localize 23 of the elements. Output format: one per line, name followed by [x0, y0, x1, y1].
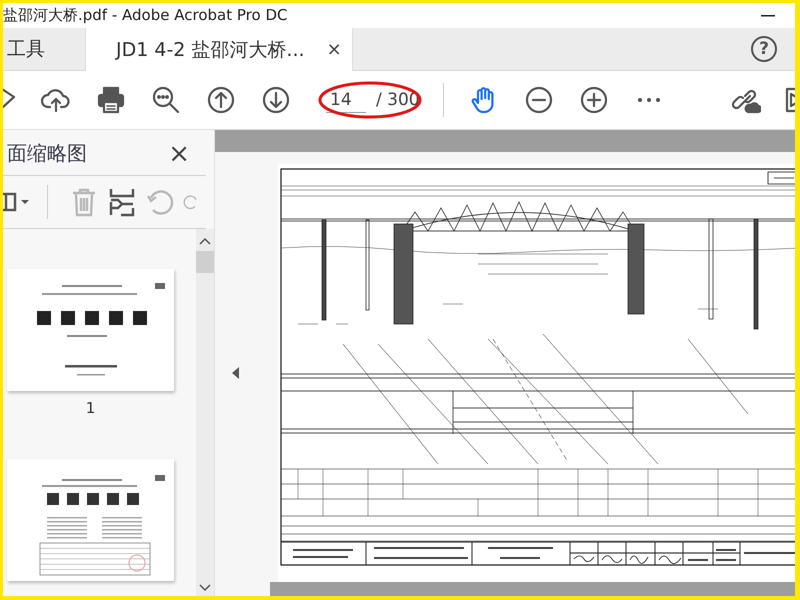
document-tab[interactable]: JD1 4-2 盐邵河大桥... × [85, 28, 353, 71]
scroll-thumb[interactable] [196, 251, 214, 273]
zoom-in-icon[interactable] [579, 85, 609, 115]
zoom-out-icon[interactable] [524, 85, 554, 115]
page-number-label: 1 [86, 399, 96, 417]
scroll-up-icon[interactable] [199, 237, 211, 245]
print-icon[interactable] [96, 85, 126, 115]
zoom-search-icon[interactable] [151, 85, 181, 115]
page-thumbnail[interactable] [7, 459, 174, 581]
document-tab[interactable]: 工具 [3, 28, 57, 70]
scrollbar[interactable] [196, 229, 214, 596]
close-panel-button[interactable]: × [168, 140, 190, 166]
minimize-icon[interactable] [761, 14, 775, 18]
scroll-down-icon[interactable] [199, 584, 211, 592]
next-page-icon[interactable] [261, 85, 291, 115]
page-number-field[interactable]: 14 [326, 88, 366, 112]
help-button[interactable]: ? [751, 36, 777, 62]
window-title: 盐邵河大桥.pdf - Adobe Acrobat Pro DC [3, 6, 288, 25]
page-thumbnail[interactable] [7, 269, 174, 391]
panel-title: 面缩略图 [7, 140, 87, 167]
prev-page-icon[interactable] [206, 85, 236, 115]
close-tab-button[interactable]: × [326, 39, 342, 60]
collapse-panel-icon[interactable] [232, 367, 240, 379]
